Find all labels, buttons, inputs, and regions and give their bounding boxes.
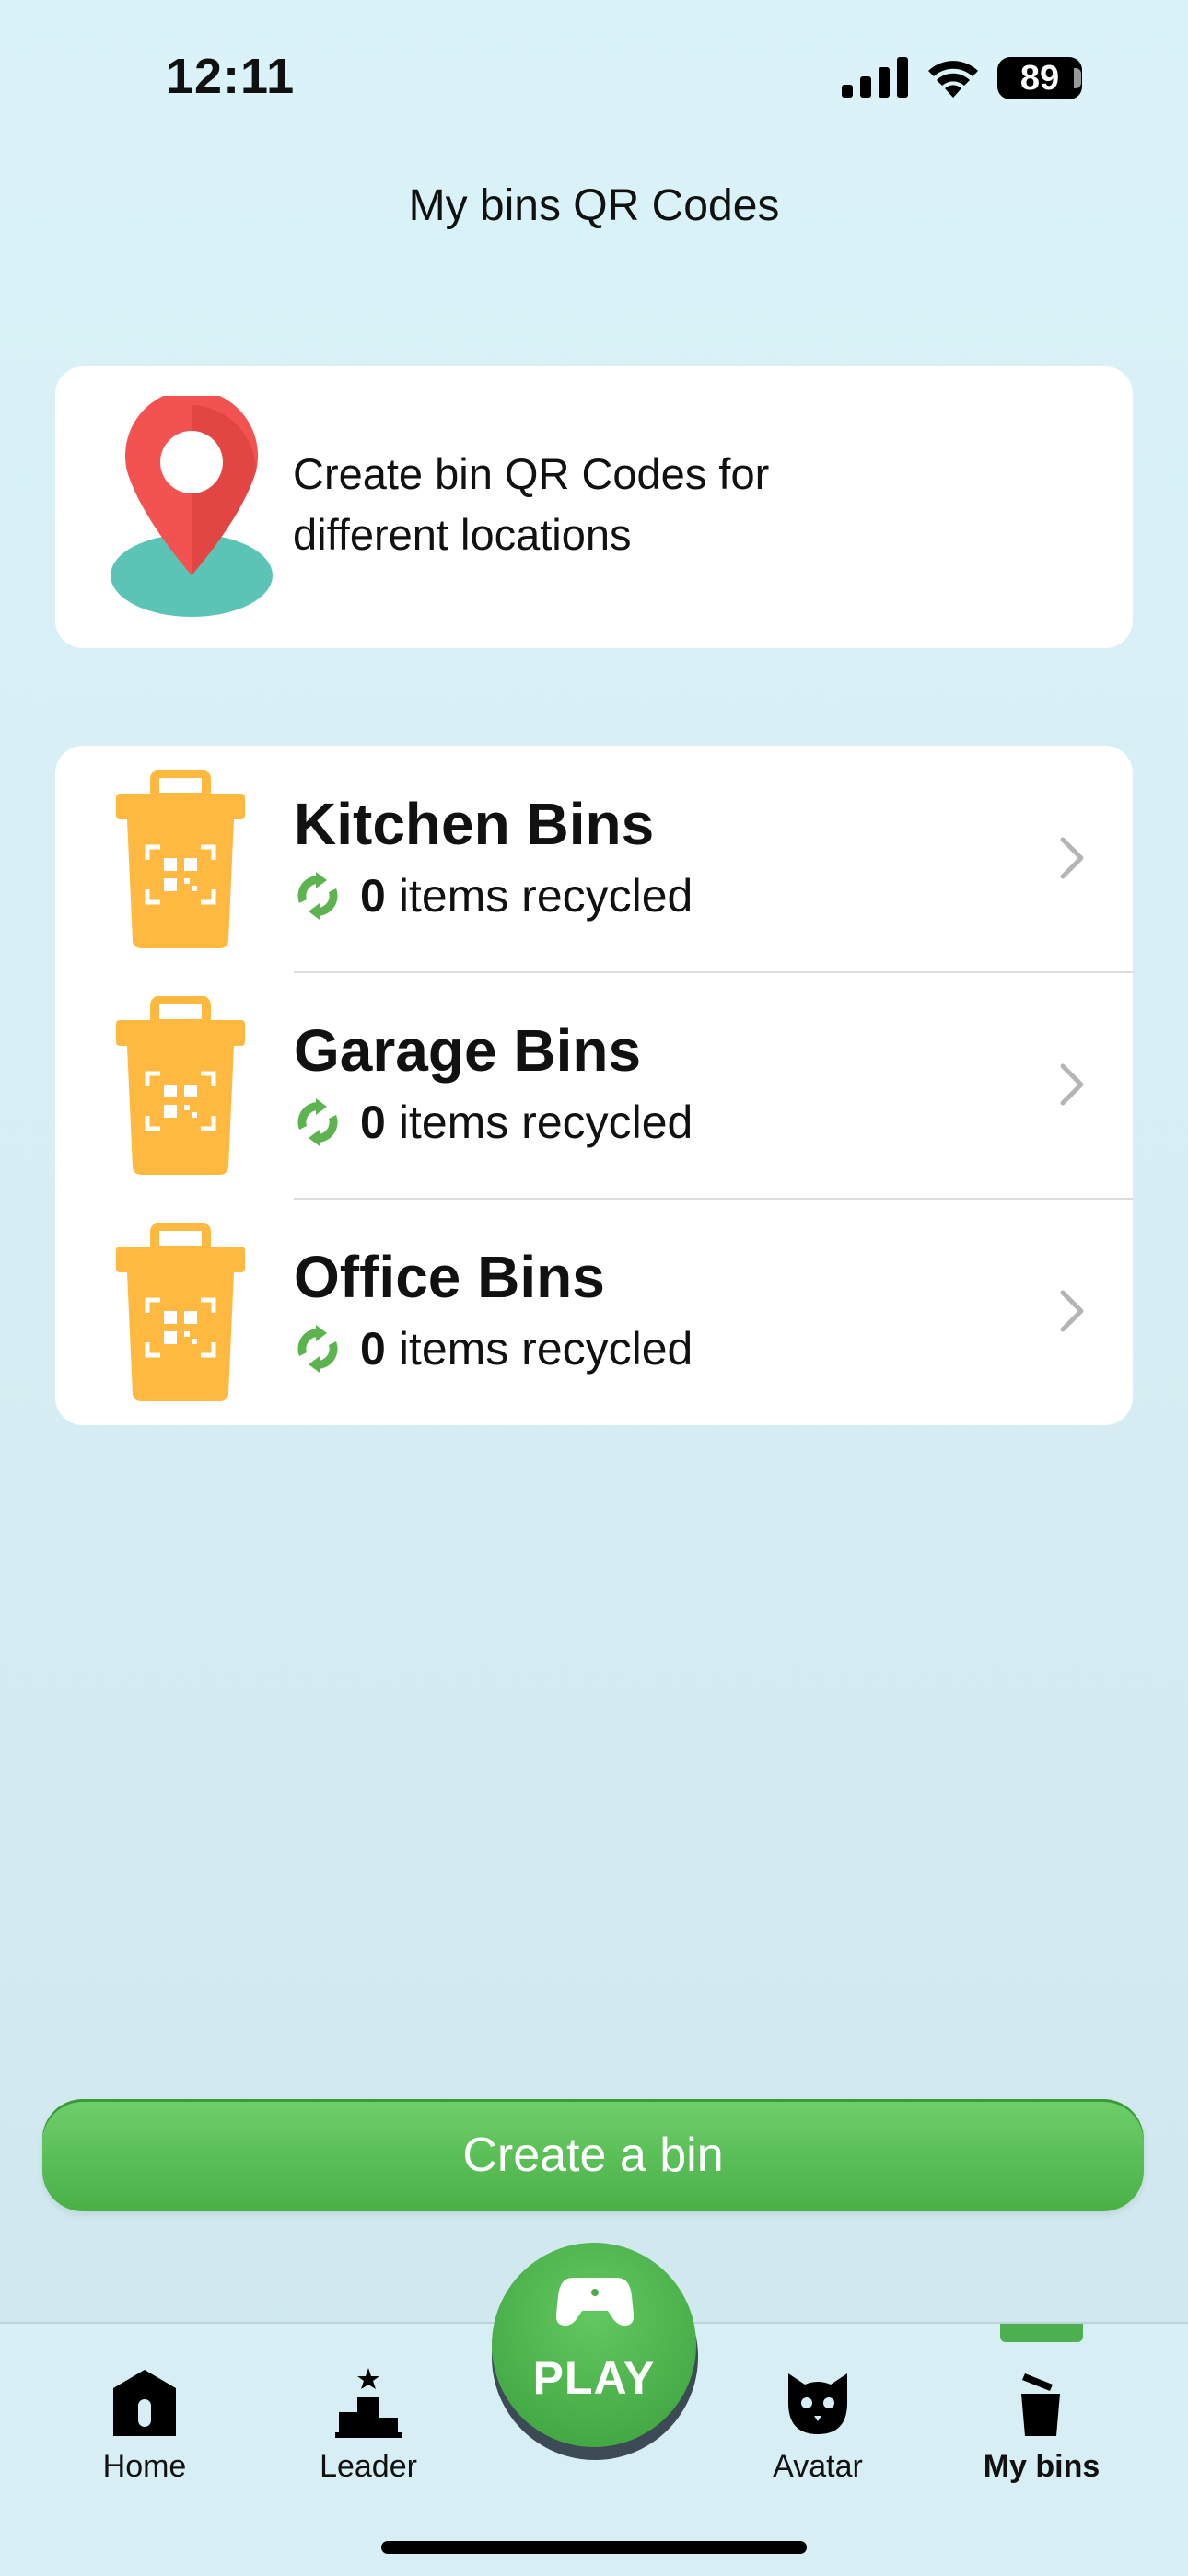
- recycled-count: 0: [360, 870, 386, 922]
- trash-bin-icon: [1021, 2373, 1060, 2436]
- location-pin-icon: [111, 396, 273, 617]
- qr-bin-icon: [116, 770, 245, 948]
- tab-home[interactable]: Home: [62, 2366, 227, 2485]
- status-time: 12:11: [166, 49, 296, 104]
- bins-list: Kitchen Bins 0 items recycled Garage Bin…: [55, 746, 1133, 1425]
- bin-row-garage[interactable]: Garage Bins 0 items recycled: [55, 972, 1133, 1199]
- bin-stat: 0 items recycled: [294, 1096, 693, 1149]
- recycled-label: items recycled: [398, 1097, 693, 1148]
- recycle-icon: [297, 1098, 338, 1146]
- gamepad-icon: [556, 2278, 634, 2326]
- recycled-label: items recycled: [398, 870, 693, 922]
- tab-label: Leader: [320, 2449, 417, 2484]
- bin-name: Kitchen Bins: [294, 791, 655, 857]
- tab-label: My bins: [983, 2449, 1101, 2484]
- podium-icon: [335, 2368, 402, 2438]
- chevron-right-icon: [1060, 1063, 1084, 1106]
- qr-bin-icon: [116, 1223, 245, 1401]
- tab-label: Home: [102, 2449, 187, 2484]
- recycle-icon: [297, 872, 338, 920]
- page-title: My bins QR Codes: [408, 181, 780, 230]
- tab-avatar[interactable]: Avatar: [735, 2366, 901, 2485]
- qr-bin-icon: [116, 996, 245, 1175]
- create-bin-button[interactable]: Create a bin: [42, 2099, 1144, 2211]
- cat-face-icon: [788, 2373, 847, 2434]
- battery-nub: [1074, 68, 1081, 88]
- bin-stat: 0 items recycled: [294, 1322, 693, 1375]
- home-indicator: [381, 2541, 807, 2554]
- tab-leader[interactable]: Leader: [285, 2366, 451, 2485]
- bin-row-kitchen[interactable]: Kitchen Bins 0 items recycled: [55, 746, 1133, 972]
- chevron-right-icon: [1060, 837, 1084, 879]
- bin-name: Garage Bins: [294, 1017, 642, 1084]
- bin-name: Office Bins: [294, 1244, 605, 1310]
- recycled-count: 0: [360, 1323, 386, 1375]
- bin-row-office[interactable]: Office Bins 0 items recycled: [55, 1199, 1133, 1425]
- wifi-icon: [928, 61, 978, 98]
- cellular-signal-icon: [842, 57, 908, 98]
- home-icon: [113, 2370, 176, 2436]
- recycled-label: items recycled: [398, 1323, 693, 1375]
- chevron-right-icon: [1060, 1290, 1084, 1332]
- tab-label: Avatar: [773, 2449, 863, 2484]
- bin-stat: 0 items recycled: [294, 869, 693, 922]
- battery-indicator: 89: [997, 57, 1082, 99]
- recycle-icon: [297, 1325, 338, 1373]
- active-tab-marker: [1000, 2324, 1083, 2342]
- play-label: PLAY: [532, 2352, 656, 2404]
- info-text: Create bin QR Codes for different locati…: [293, 449, 770, 559]
- recycled-count: 0: [360, 1097, 386, 1148]
- tab-my-bins[interactable]: My bins: [959, 2366, 1124, 2485]
